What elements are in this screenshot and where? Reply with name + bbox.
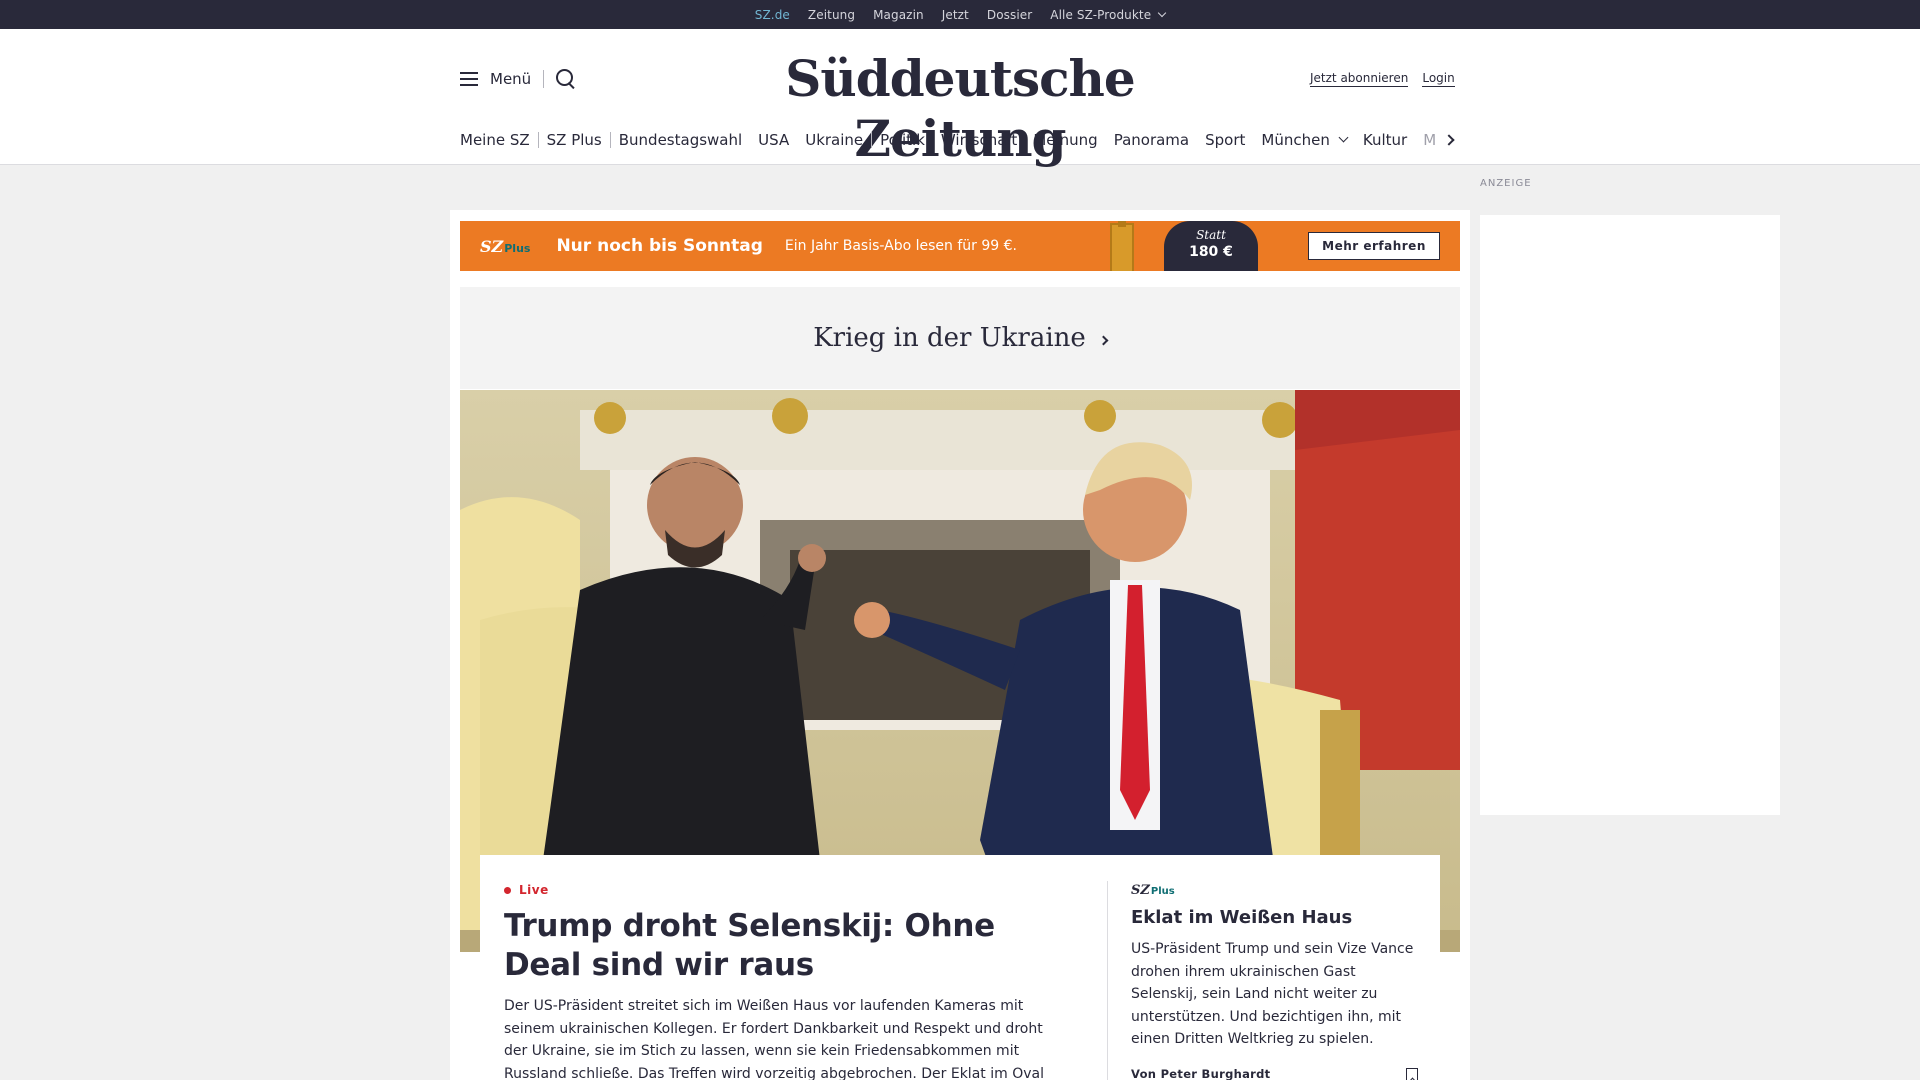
menu-search-group: Menü bbox=[460, 69, 576, 89]
promo-price-prefix: Statt bbox=[1196, 228, 1226, 242]
nav-item-politik[interactable]: Politik bbox=[872, 131, 933, 149]
ad-label: ANZEIGE bbox=[1480, 178, 1532, 189]
nav-item-muenchen[interactable]: München bbox=[1253, 131, 1354, 149]
chevron-right-icon[interactable] bbox=[1443, 134, 1455, 146]
nav-item-meinung[interactable]: Meinung bbox=[1025, 131, 1105, 149]
promo-headline: Nur noch bis Sonntag bbox=[556, 236, 763, 256]
nav-item-meine-sz[interactable]: Meine SZ bbox=[460, 131, 538, 149]
nav-item-sport[interactable]: Sport bbox=[1197, 131, 1253, 149]
menu-button[interactable]: Menü bbox=[490, 70, 531, 88]
live-dot-icon bbox=[504, 886, 511, 894]
service-bar: SZ.de Zeitung Magazin Jetzt Dossier Alle… bbox=[0, 0, 1920, 32]
service-link-magazin[interactable]: Magazin bbox=[864, 8, 933, 22]
nav-item-sz-plus[interactable]: SZ Plus bbox=[539, 131, 610, 149]
lead-headline[interactable]: Trump droht Selenskij: Ohne Deal sind wi… bbox=[504, 907, 1069, 985]
nav-item-muenchen-label: München bbox=[1261, 131, 1330, 149]
nav-item-usa[interactable]: USA bbox=[750, 131, 797, 149]
search-icon[interactable] bbox=[556, 69, 576, 89]
nav-item-kultur[interactable]: Kultur bbox=[1355, 131, 1415, 149]
service-link-zeitung[interactable]: Zeitung bbox=[799, 8, 864, 22]
topic-header[interactable]: Krieg in der Ukraine bbox=[460, 287, 1460, 389]
service-link-dossier[interactable]: Dossier bbox=[978, 8, 1041, 22]
service-link-jetzt[interactable]: Jetzt bbox=[933, 8, 978, 22]
promo-subline: Ein Jahr Basis-Abo lesen für 99 €. bbox=[784, 238, 1017, 254]
promo-banner[interactable]: SZPlus Nur noch bis Sonntag Ein Jahr Bas… bbox=[460, 221, 1460, 271]
lead-teaser: Der US-Präsident streitet sich im Weißen… bbox=[504, 998, 1044, 1080]
subscribe-link[interactable]: Jetzt abonnieren bbox=[1310, 71, 1409, 87]
ad-slot bbox=[1480, 215, 1780, 815]
sz-plus-logo: SZPlus bbox=[480, 237, 530, 256]
nav-item-bundestagswahl[interactable]: Bundestagswahl bbox=[611, 131, 750, 149]
site-header: Menü Süddeutsche Zeitung Jetzt abonniere… bbox=[0, 29, 1920, 168]
nav-item-more-truncated[interactable]: M bbox=[1415, 131, 1437, 149]
service-link-alle-produkte-label: Alle SZ-Produkte bbox=[1050, 7, 1152, 22]
login-link[interactable]: Login bbox=[1422, 71, 1455, 87]
bookmark-icon[interactable] bbox=[1406, 1068, 1418, 1080]
chevron-down-icon bbox=[1338, 132, 1349, 142]
nav-item-ukraine[interactable]: Ukraine bbox=[797, 131, 871, 149]
side-byline: Von Peter Burghardt bbox=[1131, 1067, 1271, 1080]
hamburger-icon[interactable] bbox=[460, 72, 478, 86]
side-teaser: US-Präsident Trump und sein Vize Vance d… bbox=[1131, 941, 1414, 1047]
site-logo[interactable]: Süddeutsche Zeitung bbox=[720, 49, 1200, 169]
chevron-down-icon bbox=[1157, 8, 1167, 17]
service-link-alle-produkte[interactable]: Alle SZ-Produkte bbox=[1041, 8, 1174, 22]
sz-plus-label-text: SZ bbox=[1131, 883, 1150, 898]
account-links: Jetzt abonnieren Login bbox=[1310, 71, 1455, 87]
promo-decoration-graphic bbox=[1110, 221, 1134, 271]
sz-plus-logo-text: SZ bbox=[480, 236, 504, 256]
promo-more-button[interactable]: Mehr erfahren bbox=[1308, 232, 1440, 260]
sz-plus-label-plus: Plus bbox=[1150, 886, 1175, 897]
side-article[interactable]: SZPlus Eklat im Weißen Haus US-Präsident… bbox=[1131, 855, 1421, 1051]
main-nav: Meine SZ SZ Plus Bundestagswahl USA Ukra… bbox=[460, 129, 1460, 151]
lead-article[interactable]: Live Trump droht Selenskij: Ohne Deal si… bbox=[504, 855, 1069, 1080]
service-link-sz-de[interactable]: SZ.de bbox=[746, 8, 799, 32]
divider bbox=[543, 70, 545, 88]
nav-item-panorama[interactable]: Panorama bbox=[1106, 131, 1197, 149]
side-headline[interactable]: Eklat im Weißen Haus bbox=[1131, 906, 1421, 930]
article-card: Live Trump droht Selenskij: Ohne Deal si… bbox=[480, 855, 1440, 1080]
live-badge: Live bbox=[504, 883, 1069, 897]
live-badge-label: Live bbox=[519, 883, 549, 897]
column-divider bbox=[1107, 881, 1108, 1080]
chevron-right-icon bbox=[1098, 335, 1109, 345]
main-column: SZPlus Nur noch bis Sonntag Ein Jahr Bas… bbox=[450, 210, 1470, 1080]
sz-plus-label: SZPlus bbox=[1131, 883, 1421, 898]
promo-price-badge: Statt 180 € bbox=[1164, 221, 1258, 271]
nav-item-wirtschaft[interactable]: Wirtschaft bbox=[933, 131, 1025, 149]
topic-title: Krieg in der Ukraine bbox=[813, 323, 1086, 353]
sz-plus-logo-plus: Plus bbox=[504, 241, 531, 255]
promo-price-amount: 180 € bbox=[1189, 244, 1233, 260]
